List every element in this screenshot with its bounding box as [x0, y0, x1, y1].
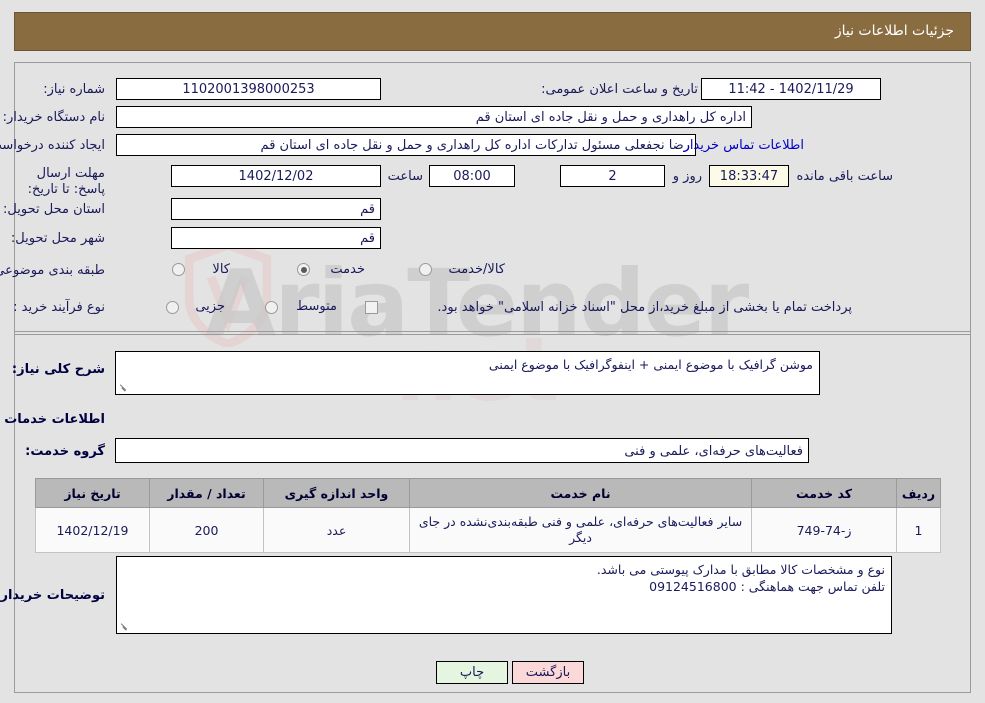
- buyer-notes-line-1: نوع و مشخصات کالا مطابق با مدارک پیوستی …: [596, 562, 885, 577]
- service-group-label: گروه خدمت:: [25, 444, 105, 459]
- page-title: جزئیات اطلاعات نیاز: [834, 23, 954, 39]
- buyer-org-label: نام دستگاه خریدار:: [2, 110, 105, 125]
- services-table: ردیف کد خدمت نام خدمت واحد اندازه گیری ت…: [35, 478, 941, 553]
- checkbox-islamic-treasury[interactable]: [365, 301, 378, 314]
- col-unit: واحد اندازه گیری: [263, 478, 410, 508]
- radio-category-khedmat[interactable]: [297, 263, 310, 276]
- need-summary-label: شرح کلی نیاز:: [11, 362, 105, 377]
- delivery-province-label: استان محل تحویل:: [3, 202, 105, 217]
- radio-category-kala[interactable]: [172, 263, 185, 276]
- table-header-row: ردیف کد خدمت نام خدمت واحد اندازه گیری ت…: [35, 478, 941, 508]
- cell-need-date: 1402/12/19: [35, 507, 150, 553]
- cell-service-name: سایر فعالیت‌های حرفه‌ای، علمی و فنی طبقه…: [409, 507, 752, 553]
- buyer-org-value: اداره کل راهداری و حمل و نقل جاده ای است…: [116, 106, 752, 128]
- cell-unit: عدد: [263, 507, 410, 553]
- delivery-province-value: قم: [171, 198, 381, 220]
- request-creator-label: ایجاد کننده درخواست:: [0, 138, 105, 153]
- radio-purchase-jozei[interactable]: [166, 301, 179, 314]
- col-service-code: کد خدمت: [751, 478, 897, 508]
- back-button[interactable]: بازگشت: [512, 661, 584, 684]
- radio-purchase-jozei-label: جزیی: [195, 299, 225, 314]
- services-section-title: اطلاعات خدمات مورد نیاز: [0, 412, 105, 427]
- buyer-notes-textarea[interactable]: نوع و مشخصات کالا مطابق با مدارک پیوستی …: [116, 556, 892, 634]
- service-group-value: فعالیت‌های حرفه‌ای، علمی و فنی: [115, 438, 809, 463]
- radio-category-khedmat-label: خدمت: [330, 262, 365, 277]
- col-quantity: تعداد / مقدار: [149, 478, 264, 508]
- cell-radif: 1: [896, 507, 941, 553]
- cell-service-code: ز-74-749: [751, 507, 897, 553]
- services-table-wrapper: ردیف کد خدمت نام خدمت واحد اندازه گیری ت…: [35, 478, 941, 553]
- delivery-city-value: قم: [171, 227, 381, 249]
- col-need-date: تاریخ نیاز: [35, 478, 150, 508]
- purchase-type-label: نوع فرآیند خرید :: [13, 300, 105, 315]
- remaining-time-suffix: ساعت باقی مانده: [796, 169, 893, 184]
- buyer-contact-link[interactable]: اطلاعات تماس خریدار: [684, 138, 804, 153]
- delivery-city-label: شهر محل تحویل:: [10, 231, 105, 246]
- request-creator-value: رضا نجفعلی مسئول تدارکات اداره کل راهدار…: [116, 134, 696, 156]
- radio-category-kala-khedmat-label: کالا/خدمت: [448, 262, 505, 277]
- need-details-page: AriaTender net جزئیات اطلاعات نیاز شماره…: [0, 0, 985, 703]
- resize-grip-icon[interactable]: [118, 383, 128, 393]
- radio-category-kala-label: کالا: [212, 262, 230, 277]
- buyer-notes-line-2: تلفن تماس جهت هماهنگی : 09124516800: [649, 579, 885, 594]
- need-number-value: 1102001398000253: [116, 78, 381, 100]
- table-row: 1 ز-74-749 سایر فعالیت‌های حرفه‌ای، علمی…: [35, 507, 941, 553]
- islamic-treasury-label: پرداخت تمام یا بخشی از مبلغ خرید،از محل …: [437, 300, 852, 315]
- radio-purchase-motavaset-label: متوسط: [296, 299, 337, 314]
- resize-grip-icon-notes[interactable]: [119, 622, 129, 632]
- deadline-hour-value: 08:00: [429, 165, 515, 187]
- remaining-days-suffix: روز و: [672, 169, 702, 184]
- remaining-time-value: 18:33:47: [709, 165, 789, 187]
- deadline-hour-label: ساعت: [387, 169, 423, 184]
- announce-datetime-value: 1402/11/29 - 11:42: [701, 78, 881, 100]
- radio-category-kala-khedmat[interactable]: [419, 263, 432, 276]
- subject-category-label: طبقه بندی موضوعی:: [0, 263, 105, 278]
- page-header-bar: جزئیات اطلاعات نیاز: [14, 12, 971, 51]
- need-summary-text: موشن گرافیک با موضوع ایمنی + اینفوگرافیک…: [488, 357, 813, 372]
- print-button[interactable]: چاپ: [436, 661, 508, 684]
- buyer-notes-label: توضیحات خریدار:: [0, 588, 105, 603]
- cell-quantity: 200: [149, 507, 264, 553]
- deadline-date-value: 1402/12/02: [171, 165, 381, 187]
- col-radif: ردیف: [896, 478, 941, 508]
- remaining-days-value: 2: [560, 165, 665, 187]
- divider-top: [15, 331, 970, 332]
- radio-purchase-motavaset[interactable]: [265, 301, 278, 314]
- deadline-label: مهلت ارسال پاسخ: تا تاریخ:: [27, 166, 105, 197]
- announce-datetime-label: تاریخ و ساعت اعلان عمومی:: [541, 82, 698, 97]
- need-number-label: شماره نیاز:: [43, 82, 105, 97]
- col-service-name: نام خدمت: [409, 478, 752, 508]
- divider-top-2: [15, 334, 970, 335]
- need-summary-textarea[interactable]: موشن گرافیک با موضوع ایمنی + اینفوگرافیک…: [115, 351, 820, 395]
